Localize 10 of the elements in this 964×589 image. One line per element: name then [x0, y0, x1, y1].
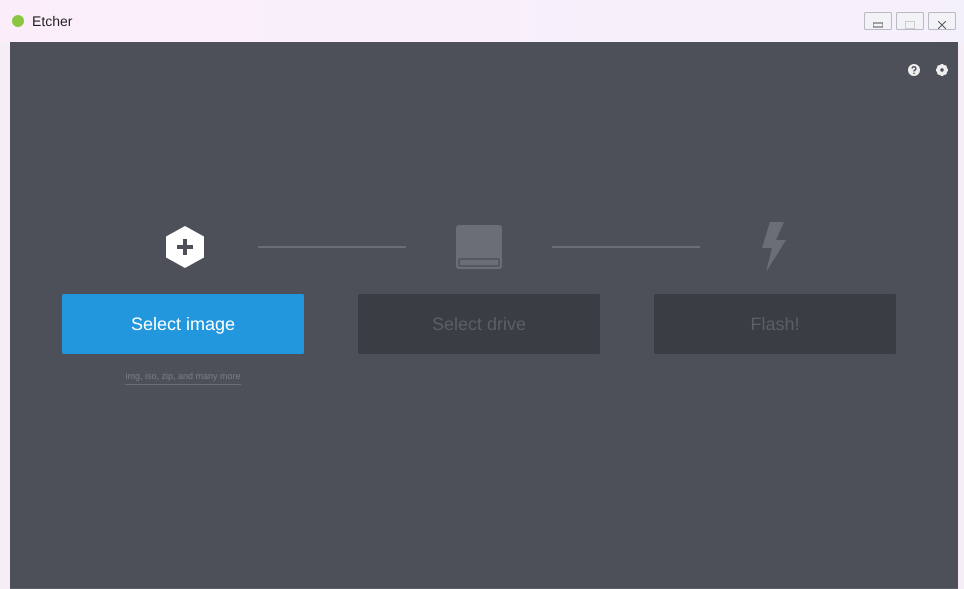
window-title: Etcher: [32, 12, 72, 30]
close-icon: [938, 20, 946, 29]
minimize-button[interactable]: [864, 12, 892, 30]
minimize-icon: [873, 22, 883, 28]
help-icon[interactable]: [908, 64, 920, 76]
settings-icon[interactable]: [936, 64, 948, 76]
close-button[interactable]: [928, 12, 956, 30]
maximize-icon: [905, 20, 915, 29]
app-icon: [12, 15, 24, 27]
select-image-button[interactable]: Select image: [62, 294, 304, 354]
